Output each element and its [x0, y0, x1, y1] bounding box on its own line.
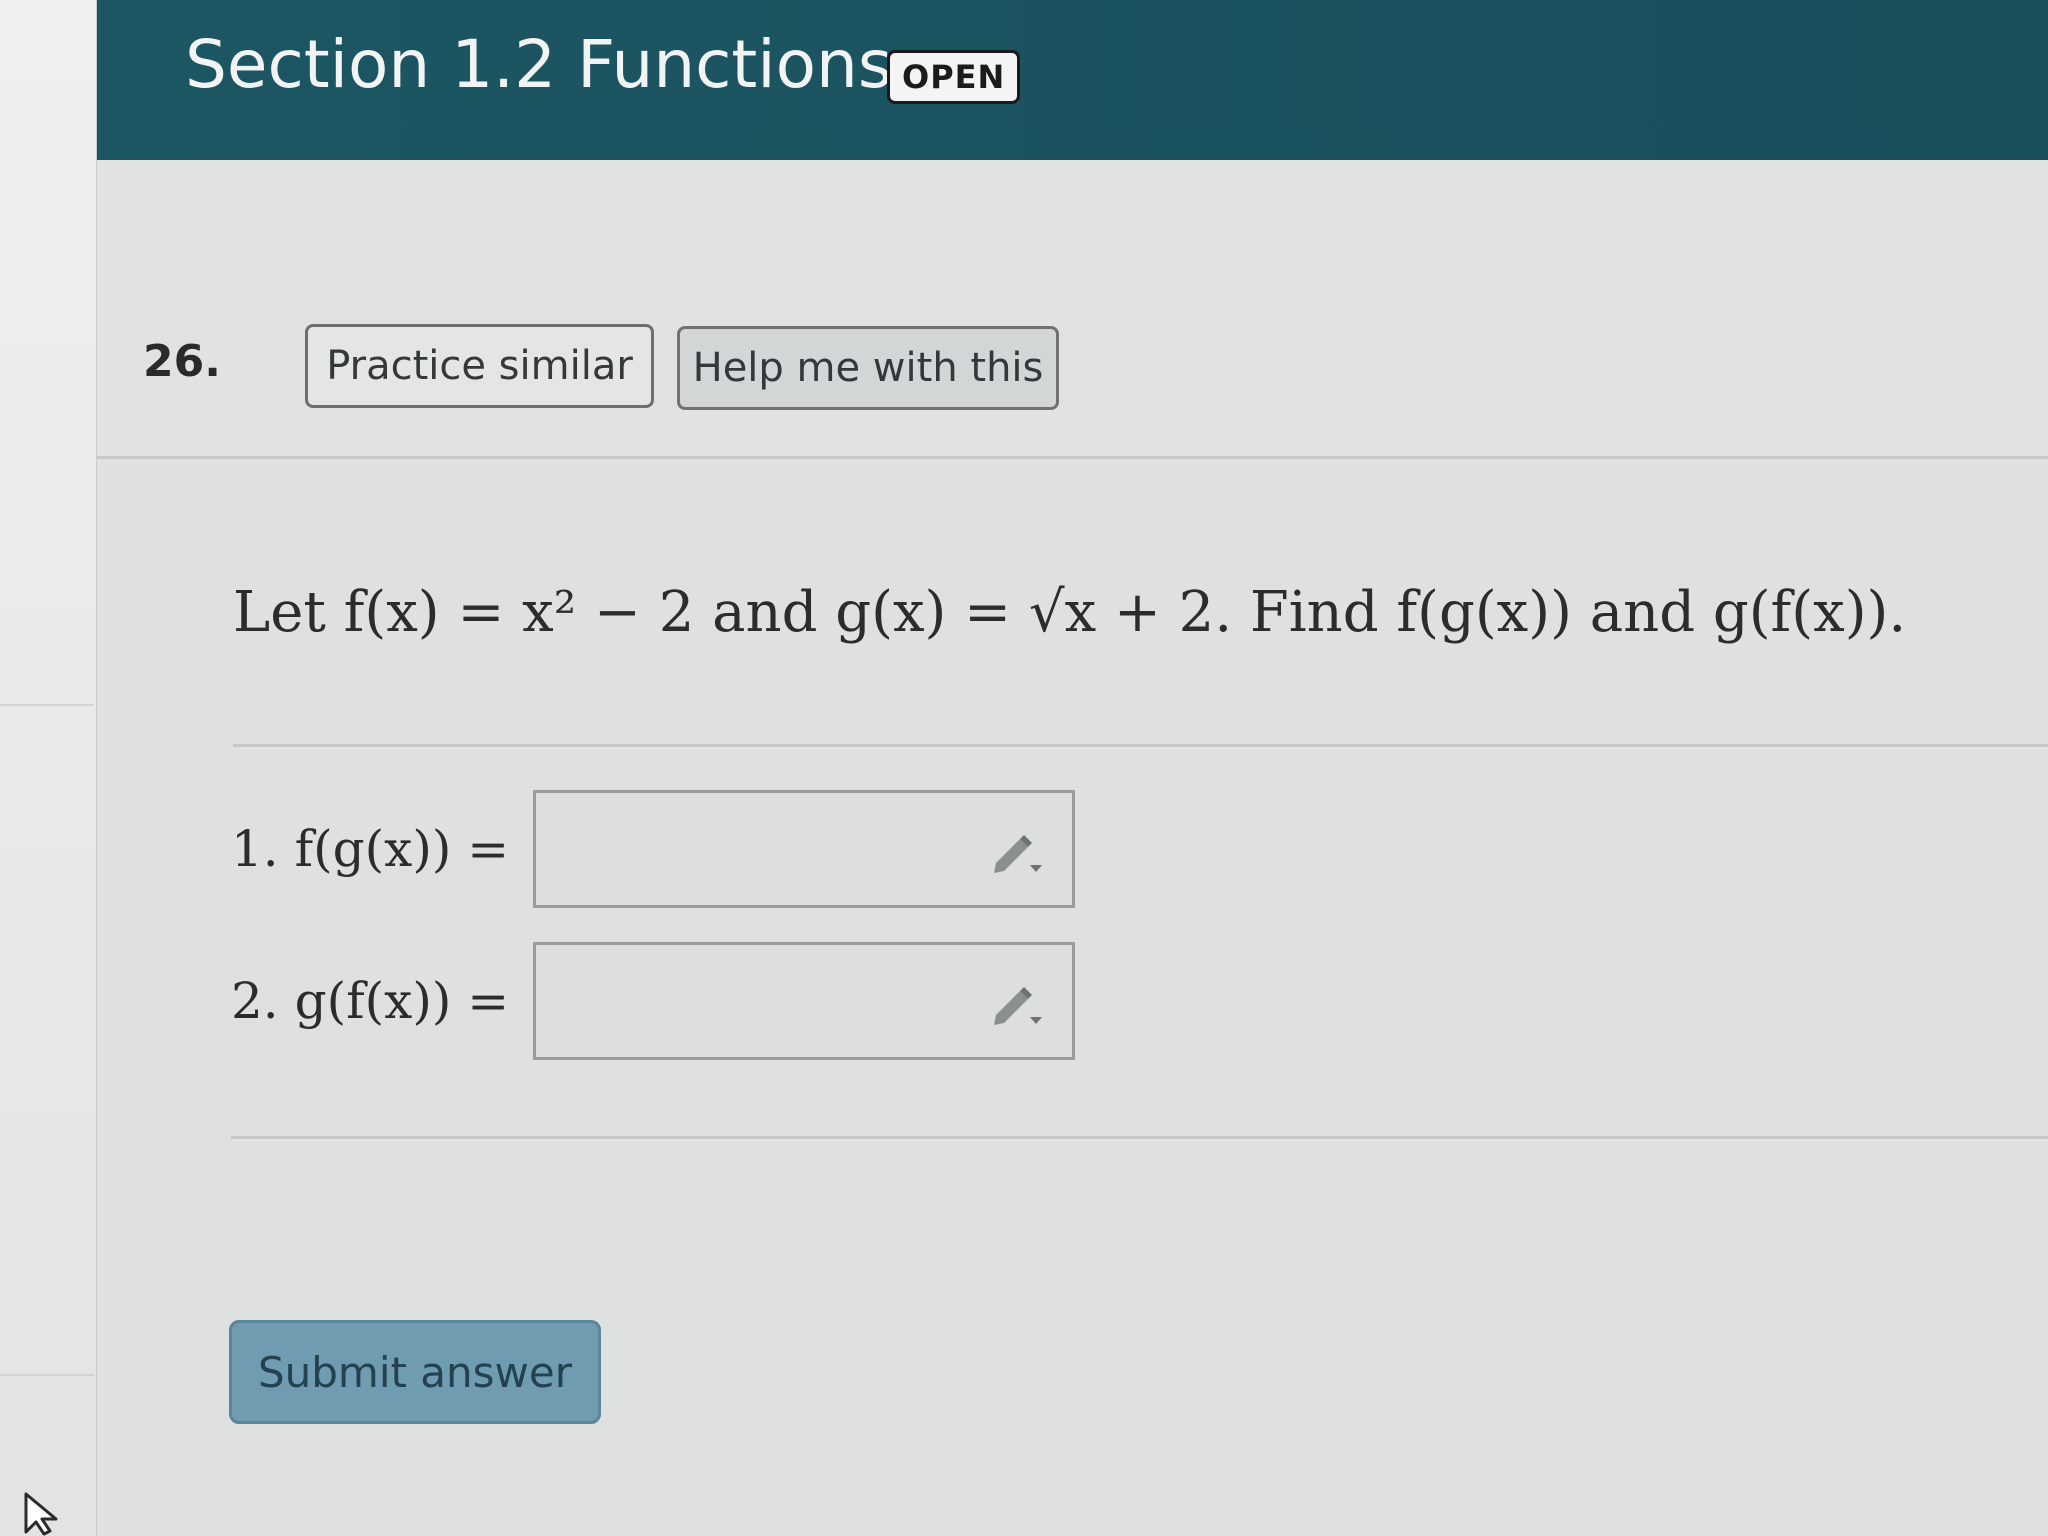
gutter-divider	[0, 1374, 94, 1376]
section-title: Section 1.2 Functions	[185, 26, 893, 103]
divider	[233, 744, 2048, 747]
problem-statement: Let f(x) = x² − 2 and g(x) = √x + 2. Fin…	[233, 580, 1907, 645]
question-toolbar: 26. Practice similar Help me with this	[97, 160, 2048, 459]
answer-label-2: 2. g(f(x)) =	[231, 972, 510, 1030]
help-me-button[interactable]: Help me with this	[677, 326, 1059, 410]
pencil-dropdown-icon[interactable]	[990, 981, 1050, 1029]
answer-label-1: 1. f(g(x)) =	[231, 820, 510, 878]
answer-input-2[interactable]	[533, 942, 1075, 1060]
pencil-dropdown-icon[interactable]	[990, 829, 1050, 877]
mouse-pointer-icon	[24, 1492, 58, 1536]
status-badge: OPEN	[887, 50, 1021, 104]
practice-similar-button[interactable]: Practice similar	[305, 324, 654, 408]
gutter-divider	[0, 704, 94, 706]
divider	[231, 1136, 2048, 1139]
left-gutter	[0, 0, 98, 1536]
question-number: 26.	[143, 336, 221, 387]
section-header: Section 1.2 Functions OPEN	[97, 0, 2048, 160]
submit-answer-button[interactable]: Submit answer	[229, 1320, 601, 1424]
answer-input-1[interactable]	[533, 790, 1075, 908]
question-panel: 26. Practice similar Help me with this L…	[97, 160, 2048, 1536]
